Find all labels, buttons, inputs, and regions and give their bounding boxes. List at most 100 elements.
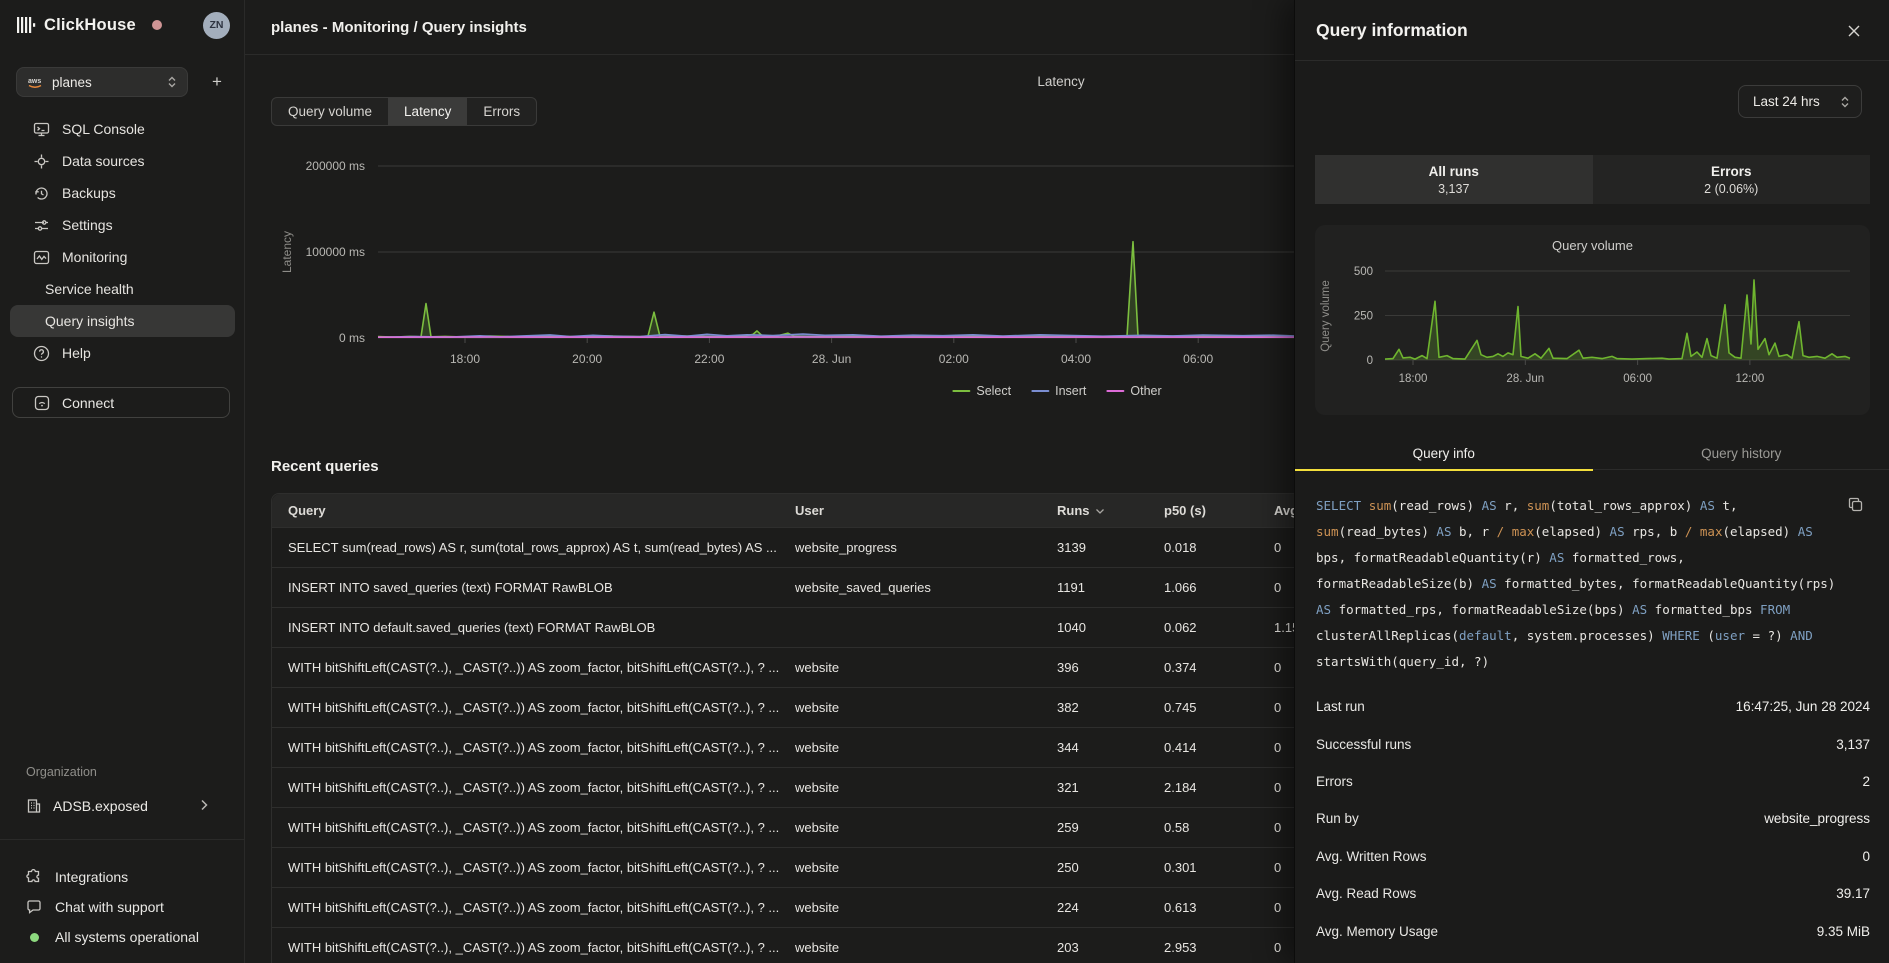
workspace-selector[interactable]: aws planes [16, 67, 188, 97]
svg-text:18:00: 18:00 [450, 352, 480, 366]
sql-token: max [1512, 524, 1535, 539]
avatar[interactable]: ZN [203, 12, 230, 39]
sidebar-item-label: Backups [62, 185, 116, 201]
sql-token: AS [1798, 524, 1813, 539]
close-icon[interactable] [1845, 22, 1863, 40]
query-cell: WITH bitShiftLeft(CAST(?..), _CAST(?..))… [272, 860, 779, 875]
sidebar-divider [0, 839, 245, 840]
add-service-button[interactable]: + [204, 69, 230, 95]
column-header-user[interactable]: User [779, 503, 1041, 518]
user-cell: website [779, 700, 1041, 715]
svg-text:0 ms: 0 ms [339, 331, 365, 345]
stat-label: Successful runs [1316, 737, 1411, 752]
runs-cell: 396 [1041, 660, 1148, 675]
sql-token: (read_rows) [1391, 498, 1481, 513]
svg-text:06:00: 06:00 [1623, 373, 1652, 385]
legend-item-insert[interactable]: Insert [1031, 384, 1086, 398]
chevron-updown-icon [167, 75, 177, 89]
copy-icon[interactable] [1848, 497, 1863, 512]
summary-tab-label: Errors [1711, 164, 1752, 179]
sql-token: user [1715, 628, 1745, 643]
stat-row-successful-runs: Successful runs3,137 [1316, 725, 1870, 762]
runs-cell: 1191 [1041, 580, 1148, 595]
sql-token: t, [1715, 498, 1738, 513]
p50-cell: 0.58 [1148, 820, 1258, 835]
column-header-p50-s-[interactable]: p50 (s) [1148, 503, 1258, 518]
footer-item-all-systems-operational[interactable]: All systems operational [12, 922, 237, 952]
legend-swatch [1031, 390, 1049, 393]
connect-button[interactable]: Connect [12, 387, 230, 418]
footer-item-chat-with-support[interactable]: Chat with support [12, 892, 237, 922]
sidebar-item-monitoring[interactable]: Monitoring [10, 241, 235, 273]
panel-tab-query-info[interactable]: Query info [1295, 437, 1593, 469]
query-volume-card: Query volume 500250018:0028. Jun06:0012:… [1315, 225, 1870, 415]
sidebar-item-service-health[interactable]: Service health [10, 273, 235, 305]
organization-name: ADSB.exposed [53, 798, 148, 814]
brand-name: ClickHouse [44, 16, 136, 35]
notification-dot[interactable] [152, 20, 162, 30]
runs-cell: 321 [1041, 780, 1148, 795]
p50-cell: 0.374 [1148, 660, 1258, 675]
legend-item-select[interactable]: Select [952, 384, 1011, 398]
user-cell: website [779, 660, 1041, 675]
runs-cell: 344 [1041, 740, 1148, 755]
stat-row-avg-read-rows: Avg. Read Rows39.17 [1316, 875, 1870, 912]
organization-selector[interactable]: ADSB.exposed [12, 791, 230, 821]
stat-row-p50-latency: p50 latency0.018s [1316, 950, 1870, 963]
p50-cell: 0.613 [1148, 900, 1258, 915]
summary-tab-all-runs[interactable]: All runs3,137 [1315, 155, 1593, 204]
sql-token: AS [1482, 576, 1497, 591]
sql-token: b, r [1451, 524, 1496, 539]
sidebar-item-query-insights[interactable]: Query insights [10, 305, 235, 337]
query-cell: INSERT INTO saved_queries (text) FORMAT … [272, 580, 779, 595]
legend-swatch [952, 390, 970, 393]
legend-item-other[interactable]: Other [1106, 384, 1161, 398]
sql-token: , system.processes) [1512, 628, 1663, 643]
sidebar-item-label: Monitoring [62, 249, 127, 265]
sql-token: startsWith(query_id, ?) [1316, 654, 1489, 669]
panel-tab-query-history[interactable]: Query history [1593, 437, 1889, 469]
sql-token: SELECT [1316, 498, 1369, 513]
aws-icon: aws [27, 75, 43, 89]
sql-token: AS [1700, 498, 1715, 513]
stat-value: 2 [1862, 774, 1870, 789]
sql-token: = ?) [1745, 628, 1790, 643]
summary-tab-errors[interactable]: Errors2 (0.06%) [1593, 155, 1871, 204]
runs-cell: 224 [1041, 900, 1148, 915]
footer-item-integrations[interactable]: Integrations [12, 862, 237, 892]
query-cell: WITH bitShiftLeft(CAST(?..), _CAST(?..))… [272, 940, 779, 955]
user-cell: website [779, 940, 1041, 955]
sidebar-item-data-sources[interactable]: Data sources [10, 145, 235, 177]
query-cell: WITH bitShiftLeft(CAST(?..), _CAST(?..))… [272, 900, 779, 915]
query-cell: INSERT INTO default.saved_queries (text)… [272, 620, 779, 635]
column-header-query[interactable]: Query [272, 503, 779, 518]
column-header-label: p50 (s) [1164, 503, 1206, 518]
sql-token: AS [1436, 524, 1451, 539]
sql-token: bps, formatReadableQuantity(r) [1316, 550, 1549, 565]
sidebar-item-help[interactable]: Help [10, 337, 235, 369]
chevron-updown-icon [1840, 95, 1850, 109]
sql-token: (elapsed) [1534, 524, 1609, 539]
runs-cell: 1040 [1041, 620, 1148, 635]
sidebar-item-sql-console[interactable]: SQL Console [10, 113, 235, 145]
sql-token: AS [1549, 550, 1564, 565]
runs-cell: 203 [1041, 940, 1148, 955]
sidebar-item-label: Settings [62, 217, 113, 233]
svg-text:20:00: 20:00 [572, 352, 602, 366]
sql-token: ( [1700, 628, 1715, 643]
sidebar-item-settings[interactable]: Settings [10, 209, 235, 241]
time-range-selector[interactable]: Last 24 hrs [1738, 85, 1862, 118]
query-cell: WITH bitShiftLeft(CAST(?..), _CAST(?..))… [272, 700, 779, 715]
sql-token: WHERE [1662, 628, 1700, 643]
stat-label: Avg. Written Rows [1316, 849, 1427, 864]
svg-text:28. Jun: 28. Jun [812, 352, 851, 366]
column-header-runs[interactable]: Runs [1041, 503, 1148, 518]
p50-cell: 2.953 [1148, 940, 1258, 955]
stat-row-avg-memory-usage: Avg. Memory Usage9.35 MiB [1316, 912, 1870, 949]
stat-value: 9.35 MiB [1817, 924, 1870, 939]
connect-icon [34, 395, 50, 411]
svg-text:aws: aws [28, 78, 41, 85]
stat-value: 16:47:25, Jun 28 2024 [1736, 699, 1870, 714]
user-cell: website [779, 900, 1041, 915]
sidebar-item-backups[interactable]: Backups [10, 177, 235, 209]
